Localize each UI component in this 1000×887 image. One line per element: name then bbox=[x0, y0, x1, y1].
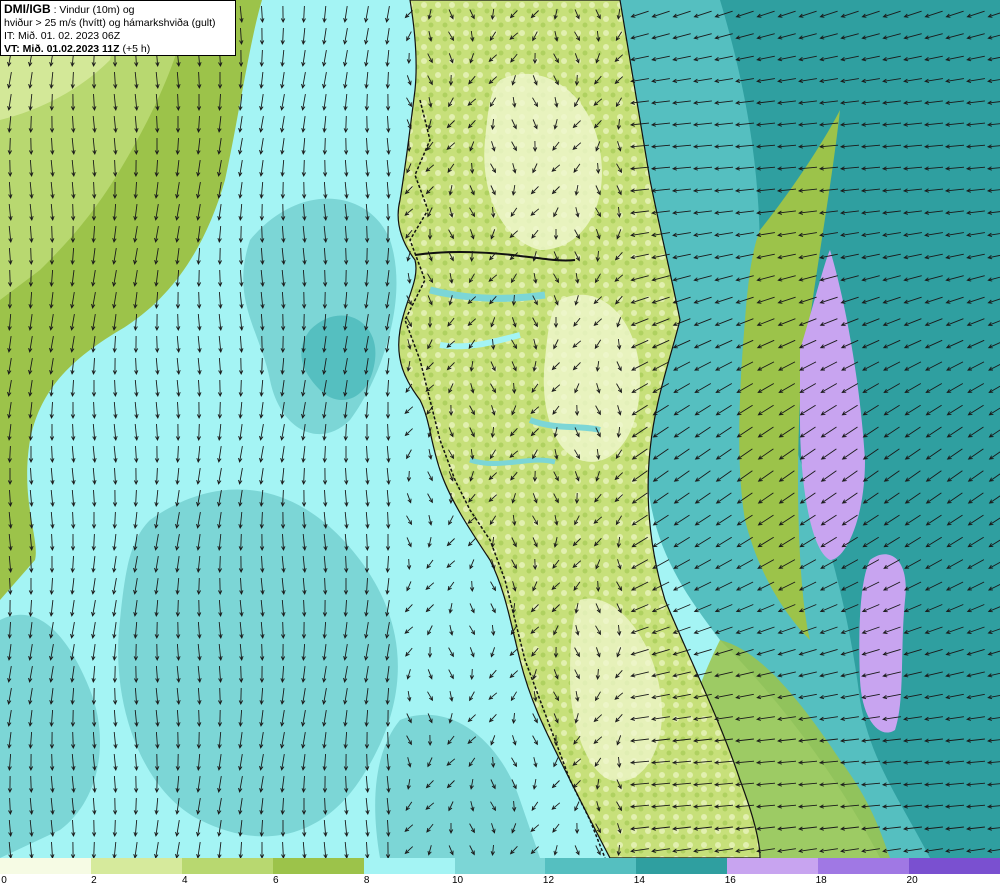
legend-swatch bbox=[90, 858, 183, 874]
wind-map bbox=[0, 0, 1000, 858]
title-text: : Vindur (10m) og bbox=[50, 4, 135, 16]
legend-swatch bbox=[272, 858, 365, 874]
legend-swatch bbox=[0, 858, 92, 874]
legend-swatch bbox=[181, 858, 274, 874]
legend-swatch bbox=[727, 858, 819, 874]
legend-tick-label: 4 bbox=[182, 875, 188, 886]
legend-tick-label: 8 bbox=[363, 875, 370, 886]
legend-tick-label: 2 bbox=[91, 875, 97, 886]
legend-swatch bbox=[545, 858, 637, 874]
info-box: DMI/IGB : Vindur (10m) og hviður > 25 m/… bbox=[0, 0, 236, 56]
legend-tick-label: 6 bbox=[272, 875, 279, 886]
legend-tick-label: 12 bbox=[542, 875, 555, 886]
legend-tick-label: 20 bbox=[906, 875, 918, 886]
valid-time: VT: Mið. 01.02.2023 11Z bbox=[4, 43, 120, 55]
legend-tick-label: 16 bbox=[724, 875, 736, 886]
lead-time: (+5 h) bbox=[119, 43, 151, 55]
legend-tick-label: 10 bbox=[451, 875, 464, 886]
init-time: IT: Mið. 01. 02. 2023 06Z bbox=[4, 30, 121, 42]
legend-tick-label: 0 bbox=[1, 875, 7, 886]
source-label: DMI/IGB bbox=[4, 2, 51, 16]
east-zone-16-south bbox=[859, 554, 906, 733]
legend-swatch bbox=[363, 858, 456, 874]
legend-swatch bbox=[818, 858, 910, 874]
legend-swatch bbox=[636, 858, 728, 874]
legend-tick-label: 18 bbox=[815, 875, 827, 886]
color-legend: 0 2 4 6 8 10 12 14 16 18 20 bbox=[0, 858, 1000, 887]
legend-swatch bbox=[909, 858, 1000, 874]
legend-swatch bbox=[454, 858, 546, 874]
subtitle-line: hviður > 25 m/s (hvítt) og hámarkshviða … bbox=[4, 17, 216, 29]
legend-tick-label: 14 bbox=[633, 875, 645, 886]
